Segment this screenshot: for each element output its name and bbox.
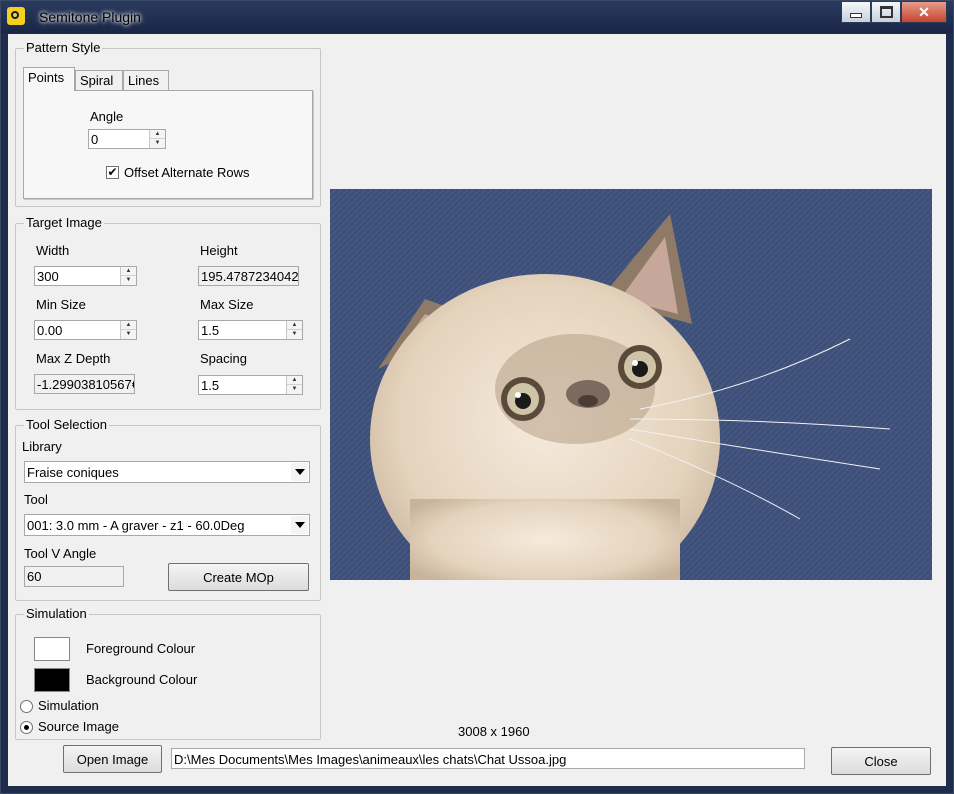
max-size-stepper[interactable]: 1.5 ▲ ▼ (198, 320, 303, 340)
target-image-title: Target Image (24, 215, 104, 231)
maximize-icon (879, 6, 893, 18)
close-window-button[interactable]: ✕ (901, 1, 947, 23)
min-size-value: 0.00 (37, 323, 63, 338)
window-controls: ✕ (841, 1, 947, 23)
spacing-stepper-arrows[interactable]: ▲ ▼ (286, 376, 302, 394)
max-z-depth-value: -1.29903810567€ (37, 377, 135, 392)
open-image-button[interactable]: Open Image (63, 745, 162, 773)
offset-rows-label: Offset Alternate Rows (124, 165, 250, 180)
foreground-colour-swatch[interactable] (34, 637, 70, 661)
tool-selection-title: Tool Selection (24, 417, 109, 433)
angle-stepper-arrows[interactable]: ▲ ▼ (149, 130, 165, 148)
app-icon (7, 7, 25, 25)
chevron-up-icon[interactable]: ▲ (287, 376, 302, 385)
background-colour-swatch[interactable] (34, 668, 70, 692)
tab-lines-label: Lines (128, 73, 160, 88)
tool-select[interactable]: 001: 3.0 mm - A graver - z1 - 60.0Deg (24, 514, 310, 536)
max-z-depth-label: Max Z Depth (36, 351, 111, 366)
minimize-icon (850, 12, 862, 18)
chevron-down-icon[interactable]: ▼ (121, 330, 136, 339)
width-stepper-arrows[interactable]: ▲ ▼ (120, 267, 136, 285)
width-stepper[interactable]: 300 ▲ ▼ (34, 266, 137, 286)
angle-stepper[interactable]: 0 ▲ ▼ (88, 129, 166, 149)
chevron-down-icon[interactable]: ▼ (287, 330, 302, 339)
tool-value: 001: 3.0 mm - A graver - z1 - 60.0Deg (27, 518, 245, 533)
width-label: Width (36, 243, 70, 258)
title-bar[interactable]: Semitone Plugin ✕ (1, 1, 953, 33)
min-size-label: Min Size (36, 297, 86, 312)
source-image-radio[interactable] (20, 721, 33, 734)
foreground-colour-label: Foreground Colour (86, 641, 196, 656)
library-select[interactable]: Fraise coniques (24, 461, 310, 483)
pattern-style-title: Pattern Style (24, 40, 103, 56)
max-size-label: Max Size (200, 297, 254, 312)
simulation-radio[interactable] (20, 700, 33, 713)
library-value: Fraise coniques (27, 465, 119, 480)
background-colour-label: Background Colour (86, 672, 198, 687)
chevron-up-icon[interactable]: ▲ (121, 267, 136, 276)
height-field: 195.4787234042 (198, 266, 299, 286)
angle-label: Angle (90, 109, 124, 124)
library-label: Library (22, 439, 62, 454)
height-value: 195.4787234042 (201, 269, 299, 284)
tool-v-angle-label: Tool V Angle (24, 546, 97, 561)
cat-photo (330, 189, 932, 580)
tool-label: Tool (24, 492, 48, 507)
tab-spiral[interactable]: Spiral (75, 70, 123, 91)
height-label: Height (200, 243, 238, 258)
chevron-up-icon[interactable]: ▲ (121, 321, 136, 330)
chevron-up-icon[interactable]: ▲ (287, 321, 302, 330)
tool-v-angle-field: 60 (24, 566, 124, 587)
tab-points-label: Points (28, 70, 65, 85)
max-size-value: 1.5 (201, 323, 220, 338)
max-size-stepper-arrows[interactable]: ▲ ▼ (286, 321, 302, 339)
offset-rows-checkbox[interactable]: ✔ (106, 166, 119, 179)
min-size-stepper[interactable]: 0.00 ▲ ▼ (34, 320, 137, 340)
maximize-button[interactable] (871, 1, 901, 23)
dialog-client-area: Pattern Style Points Spiral Lines Angle … (8, 34, 946, 786)
max-z-depth-field: -1.29903810567€ (34, 374, 135, 394)
simulation-radio-label: Simulation (38, 698, 99, 713)
min-size-stepper-arrows[interactable]: ▲ ▼ (120, 321, 136, 339)
tab-spiral-label: Spiral (80, 73, 114, 88)
spacing-stepper[interactable]: 1.5 ▲ ▼ (198, 375, 303, 395)
tab-points[interactable]: Points (23, 67, 75, 91)
chevron-down-icon (294, 469, 305, 475)
close-icon: ✕ (918, 3, 930, 20)
window-title: Semitone Plugin (39, 9, 141, 25)
tool-selection-group: Tool Selection Library Fraise coniques T… (15, 417, 321, 601)
close-button[interactable]: Close (831, 747, 931, 775)
chevron-down-icon[interactable]: ▼ (150, 139, 165, 148)
file-path-value: D:\Mes Documents\Mes Images\animeaux\les… (174, 752, 567, 767)
create-mop-button[interactable]: Create MOp (168, 563, 309, 591)
chevron-down-icon[interactable]: ▼ (287, 385, 302, 394)
spacing-label: Spacing (200, 351, 247, 366)
minimize-button[interactable] (841, 1, 871, 23)
target-image-group: Target Image Width 300 ▲ ▼ Height 195.47… (15, 215, 321, 410)
points-tab-panel: Angle 0 ▲ ▼ ✔ Offset Alternate Rows (23, 90, 313, 199)
image-dimensions-label: 3008 x 1960 (458, 724, 530, 739)
tool-v-angle-value: 60 (27, 569, 42, 584)
file-path-field[interactable]: D:\Mes Documents\Mes Images\animeaux\les… (171, 748, 805, 769)
chevron-down-icon (294, 522, 305, 528)
library-dropdown-button[interactable] (291, 463, 308, 481)
source-image-radio-label: Source Image (38, 719, 119, 734)
chevron-up-icon[interactable]: ▲ (150, 130, 165, 139)
tab-lines[interactable]: Lines (123, 70, 169, 91)
plugin-window: Semitone Plugin ✕ Pattern Style Points S… (0, 0, 954, 794)
pattern-style-group: Pattern Style Points Spiral Lines Angle … (15, 40, 321, 207)
source-image-preview (330, 189, 932, 580)
simulation-group: Simulation Foreground Colour Background … (15, 606, 321, 740)
simulation-title: Simulation (24, 606, 89, 622)
width-value: 300 (37, 269, 59, 284)
angle-value: 0 (91, 132, 99, 147)
tool-dropdown-button[interactable] (291, 516, 308, 534)
spacing-value: 1.5 (201, 378, 220, 393)
chevron-down-icon[interactable]: ▼ (121, 276, 136, 285)
